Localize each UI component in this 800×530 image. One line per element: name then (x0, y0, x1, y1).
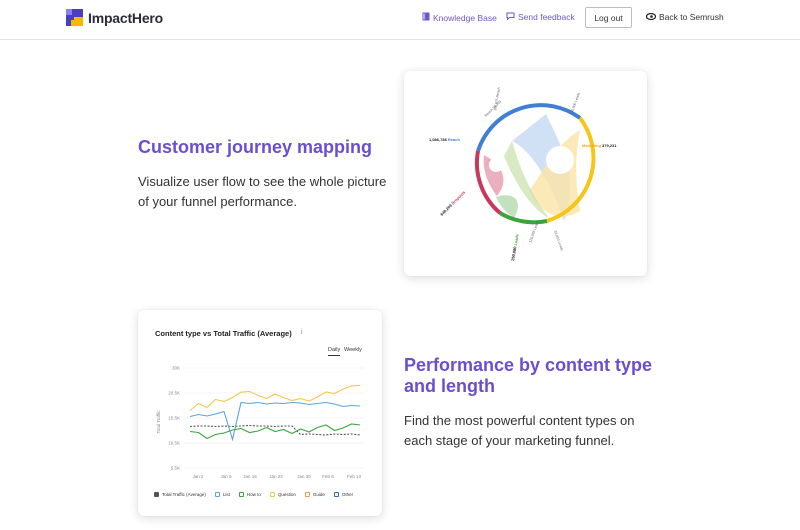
book-icon (422, 12, 430, 23)
send-feedback-label: Send feedback (518, 12, 575, 22)
legend-label: List (222, 492, 230, 497)
label-marketing: Marketing 379,231 (582, 143, 617, 148)
label-reach-small-2: 106,075 Reach (493, 87, 501, 111)
x-tick-label: Feb 6 (322, 474, 334, 479)
legend-label: How to (246, 492, 261, 497)
y-tick-label: 10.5K (168, 441, 180, 446)
journey-chord-diagram: 1,086,786 Reach Marketing 379,231 640,20… (429, 87, 617, 261)
label-leads: 250,080 Leads (510, 233, 520, 261)
legend-label: Other (341, 492, 354, 497)
section-title-journey: Customer journey mapping (138, 137, 373, 157)
legend-label: Question (277, 492, 296, 497)
legend-item-total-traffic-average-[interactable]: Total Traffic (Average) (154, 492, 206, 497)
legend-checkbox[interactable] (269, 492, 275, 497)
legend-label: Total Traffic (Average) (162, 492, 206, 497)
back-to-semrush-link[interactable]: Back to Semrush (645, 12, 724, 22)
legend-checkbox[interactable] (238, 492, 244, 497)
logo[interactable]: ImpactHero (66, 9, 163, 26)
legend-label: Guide (312, 492, 325, 497)
series-line-question (189, 384, 361, 411)
brand-name: ImpactHero (88, 9, 164, 26)
chart-legend: Total Traffic (Average) List How to Questio… (154, 492, 362, 497)
knowledge-base-label: Knowledge Base (433, 12, 497, 23)
label-leads-small-2: 150,800 Leads (569, 92, 581, 115)
logo-icon (66, 9, 83, 26)
legend-item-list[interactable]: List (214, 492, 230, 497)
y-tick-label: 20.5K (168, 391, 180, 396)
legend-item-other[interactable]: Other (333, 492, 354, 497)
chat-bubble-icon (506, 12, 515, 22)
x-tick-label: Feb 13 (347, 474, 362, 479)
semrush-icon (645, 12, 657, 22)
section-description-journey: Visualize user flow to see the whole pic… (138, 174, 387, 209)
send-feedback-link[interactable]: Send feedback (506, 12, 575, 22)
legend-checkbox[interactable] (304, 492, 310, 497)
top-header: ImpactHero Knowledge Base Send feedback … (0, 0, 800, 40)
traffic-line-chart: 5.5K 10.5K 15.5K 20.5K 30K Total Traffic Jan 2… (156, 366, 364, 479)
x-tick-label: Jan 23 (269, 474, 283, 479)
section-title-performance: Performance by content type and length (404, 355, 653, 396)
y-tick-label: 15.5K (168, 416, 180, 421)
label-leads-small-3: 33,800 Leads (553, 230, 564, 252)
legend-checkbox[interactable] (214, 492, 220, 497)
back-label: Back to Semrush (659, 12, 724, 22)
x-tick-label: Jan 9 (220, 474, 232, 479)
legend-item-question[interactable]: Question (269, 492, 296, 497)
x-tick-label: Jan 2 (192, 474, 204, 479)
logout-button[interactable]: Log out (585, 7, 632, 28)
section-description-performance: Find the most powerful content types on … (404, 413, 635, 448)
y-axis-label: Total Traffic (156, 410, 161, 434)
label-reach-total: 1,086,786 Reach (429, 137, 460, 142)
legend-item-guide[interactable]: Guide (304, 492, 325, 497)
journey-map-card: 1,086,786 Reach Marketing 379,231 640,20… (404, 71, 647, 276)
x-tick-label: Jan 16 (243, 474, 257, 479)
x-tick-label: Jan 30 (297, 474, 311, 479)
knowledge-base-link[interactable]: Knowledge Base (422, 12, 497, 23)
y-tick-label: 30K (172, 366, 180, 371)
legend-checkbox[interactable] (154, 492, 159, 497)
legend-checkbox[interactable] (333, 492, 339, 497)
label-dropouts: 640,203 Dropouts (439, 189, 467, 217)
y-tick-label: 5.5K (171, 466, 180, 471)
content-type-chart-card: Content type vs Total Traffic (Average) … (138, 310, 382, 516)
legend-item-how-to[interactable]: How to (238, 492, 261, 497)
